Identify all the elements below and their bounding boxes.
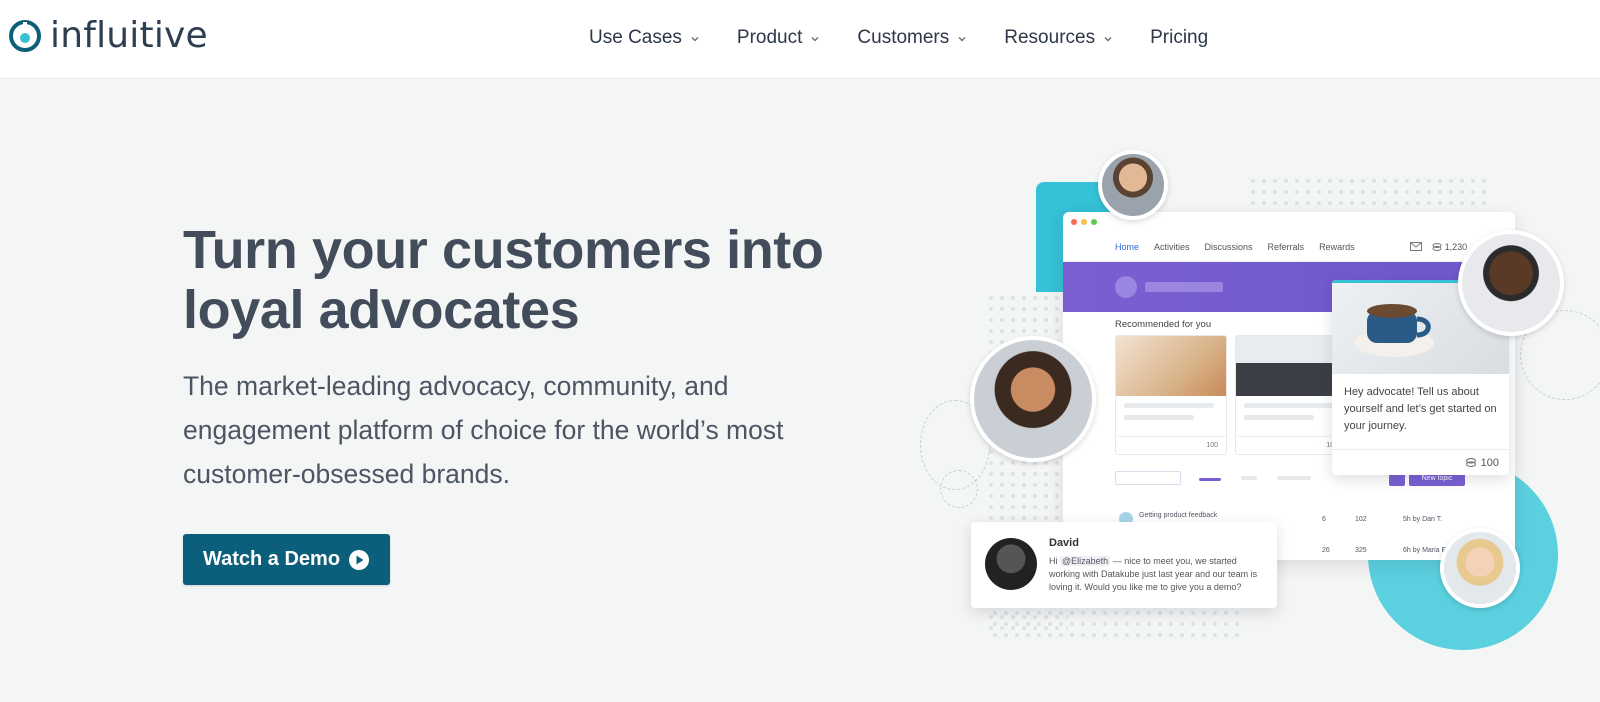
placeholder-line bbox=[1244, 415, 1314, 420]
dot-pattern bbox=[1250, 178, 1490, 206]
recommended-card: 100 bbox=[1235, 335, 1347, 455]
topic-stat: 26 bbox=[1322, 547, 1330, 554]
card-image bbox=[1236, 336, 1346, 396]
placeholder-bar bbox=[1145, 282, 1223, 292]
chevron-down-icon bbox=[811, 36, 819, 42]
message-body: Hi @Elizabeth — nice to meet you, we sta… bbox=[1049, 555, 1269, 594]
logo[interactable]: influitive bbox=[8, 14, 208, 58]
nav-label: Use Cases bbox=[589, 27, 682, 48]
new-topic-label: New topic bbox=[1421, 474, 1453, 482]
nav-pricing[interactable]: Pricing bbox=[1150, 27, 1208, 49]
placeholder-line bbox=[1241, 476, 1257, 480]
main-nav: Use Cases Product Customers Resources Pr… bbox=[589, 18, 1208, 58]
card-footer: 100 bbox=[1236, 436, 1346, 454]
nav-product[interactable]: Product bbox=[737, 27, 820, 49]
card-footer: 100 bbox=[1332, 449, 1509, 475]
logo-icon bbox=[9, 20, 41, 52]
avatar bbox=[1440, 528, 1520, 608]
coins-icon bbox=[1432, 242, 1442, 251]
hero-title: Turn your customers into loyal advocates bbox=[183, 220, 824, 340]
message-greeting: Hi bbox=[1049, 556, 1058, 566]
mail-icon bbox=[1409, 242, 1422, 251]
app-nav: Home Activities Discussions Referrals Re… bbox=[1063, 232, 1515, 262]
card-image bbox=[1116, 336, 1226, 396]
card-footer: 100 bbox=[1116, 436, 1226, 454]
avatar bbox=[985, 538, 1037, 590]
filter-dropdown bbox=[1115, 471, 1181, 485]
watch-demo-button[interactable]: Watch a Demo bbox=[183, 534, 390, 585]
topic-stat: 102 bbox=[1355, 516, 1367, 523]
avatar bbox=[1458, 230, 1564, 336]
nav-label: Pricing bbox=[1150, 27, 1209, 48]
app-tab-rewards: Rewards bbox=[1319, 241, 1355, 252]
chevron-down-icon bbox=[1104, 36, 1112, 42]
card-points: 100 bbox=[1480, 456, 1499, 469]
chevron-down-icon bbox=[691, 36, 699, 42]
dot-pattern bbox=[992, 610, 1242, 640]
card-points: 100 bbox=[1206, 442, 1218, 449]
topic-stat: 5h by Dan T. bbox=[1403, 516, 1443, 523]
app-tab-home: Home bbox=[1115, 241, 1140, 252]
nav-customers[interactable]: Customers bbox=[857, 27, 967, 49]
hero-subtitle: The market-leading advocacy, community, … bbox=[183, 371, 784, 489]
chevron-down-icon bbox=[958, 36, 966, 42]
welcome-text: Hey advocate! Tell us about yourself and… bbox=[1344, 386, 1497, 432]
play-circle-icon bbox=[349, 549, 370, 570]
active-tab-indicator bbox=[1199, 478, 1221, 481]
hero-illustration: Home Activities Discussions Referrals Re… bbox=[920, 150, 1600, 670]
placeholder-line bbox=[1244, 403, 1334, 408]
topic-stat: 6 bbox=[1322, 516, 1326, 523]
message-author: David bbox=[1049, 537, 1079, 549]
avatar bbox=[970, 336, 1096, 462]
mention-tag: @Elizabeth bbox=[1060, 556, 1111, 566]
recommended-label: Recommended for you bbox=[1115, 319, 1212, 330]
avatar bbox=[1098, 150, 1168, 220]
placeholder-line bbox=[1124, 403, 1214, 408]
app-tab-discussions: Discussions bbox=[1204, 241, 1253, 252]
app-tab-activities: Activities bbox=[1154, 241, 1190, 252]
cta-label: Watch a Demo bbox=[202, 548, 341, 570]
logo-text: influitive bbox=[50, 15, 208, 56]
nav-label: Customers bbox=[857, 27, 950, 48]
recommended-card: 100 bbox=[1115, 335, 1227, 455]
placeholder-line bbox=[1277, 476, 1311, 480]
avatar bbox=[1115, 276, 1137, 298]
decorative-ring bbox=[940, 470, 978, 508]
points-value: 1,230 bbox=[1444, 241, 1468, 252]
message-card: David Hi @Elizabeth — nice to meet you, … bbox=[971, 522, 1277, 608]
nav-use-cases[interactable]: Use Cases bbox=[589, 27, 700, 49]
site-header: influitive Use Cases Product Customers R… bbox=[0, 0, 1600, 78]
app-tab-referrals: Referrals bbox=[1267, 241, 1305, 252]
placeholder-line bbox=[1124, 415, 1194, 420]
nav-label: Product bbox=[736, 27, 803, 48]
nav-resources[interactable]: Resources bbox=[1004, 27, 1113, 49]
coins-icon bbox=[1465, 458, 1476, 467]
topic-title: Getting product feedback bbox=[1139, 512, 1218, 519]
nav-label: Resources bbox=[1004, 27, 1096, 48]
topic-stat: 6h by Maria E. bbox=[1403, 547, 1449, 554]
topic-stat: 325 bbox=[1355, 547, 1367, 554]
